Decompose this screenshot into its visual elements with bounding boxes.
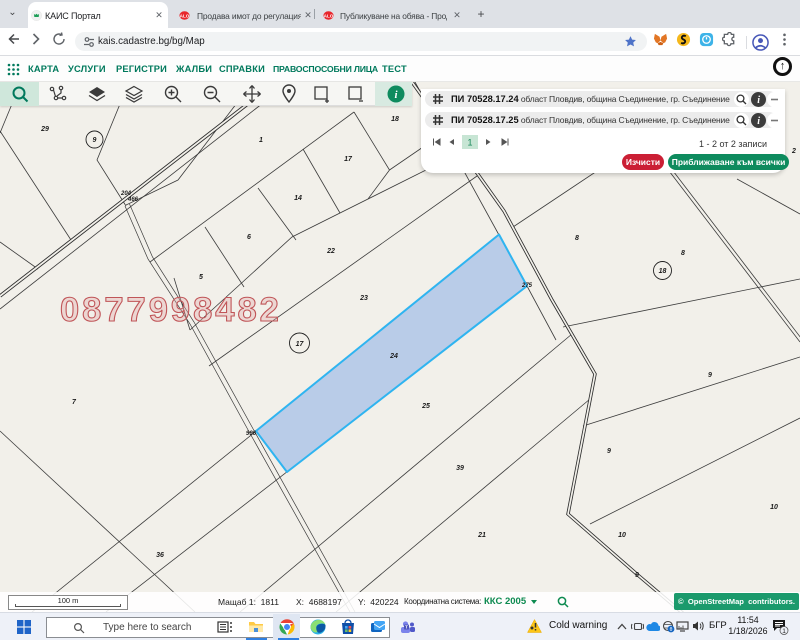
svg-text:T: T [405,625,408,630]
svg-text:14: 14 [294,195,302,202]
svg-text:10: 10 [770,504,778,511]
svg-text:466: 466 [127,197,139,203]
svg-text:1: 1 [782,628,786,635]
svg-text:5: 5 [199,274,203,281]
svg-text:996: 996 [246,431,257,437]
svg-text:29: 29 [40,126,49,133]
svg-text:9: 9 [708,372,712,379]
svg-text:17: 17 [344,156,353,163]
svg-text:22: 22 [326,248,335,255]
svg-text:i: i [757,95,760,106]
svg-text:ALO: ALO [324,13,334,18]
svg-text:0877998482: 0877998482 [60,291,282,329]
svg-text:9: 9 [607,448,611,455]
svg-text:10: 10 [618,532,626,539]
svg-text:39: 39 [456,465,464,472]
svg-text:6: 6 [247,234,251,241]
svg-text:18: 18 [659,268,667,275]
svg-text:1: 1 [467,138,472,148]
svg-text:8: 8 [681,250,685,257]
svg-text:24: 24 [389,353,398,360]
svg-text:9: 9 [635,572,639,579]
svg-text:23: 23 [359,295,368,302]
svg-text:1: 1 [259,137,263,144]
svg-text:275: 275 [521,283,533,289]
svg-text:9: 9 [93,137,97,144]
svg-text:8: 8 [575,235,579,242]
svg-text:θ: θ [670,627,673,633]
svg-text:25: 25 [421,403,430,410]
svg-text:18: 18 [391,116,399,123]
svg-text:ALO: ALO [180,13,190,18]
svg-text:21: 21 [477,532,486,539]
svg-text:17: 17 [296,341,305,348]
svg-text:2: 2 [791,148,796,155]
svg-text:36: 36 [156,552,164,559]
svg-text:i: i [757,116,760,127]
